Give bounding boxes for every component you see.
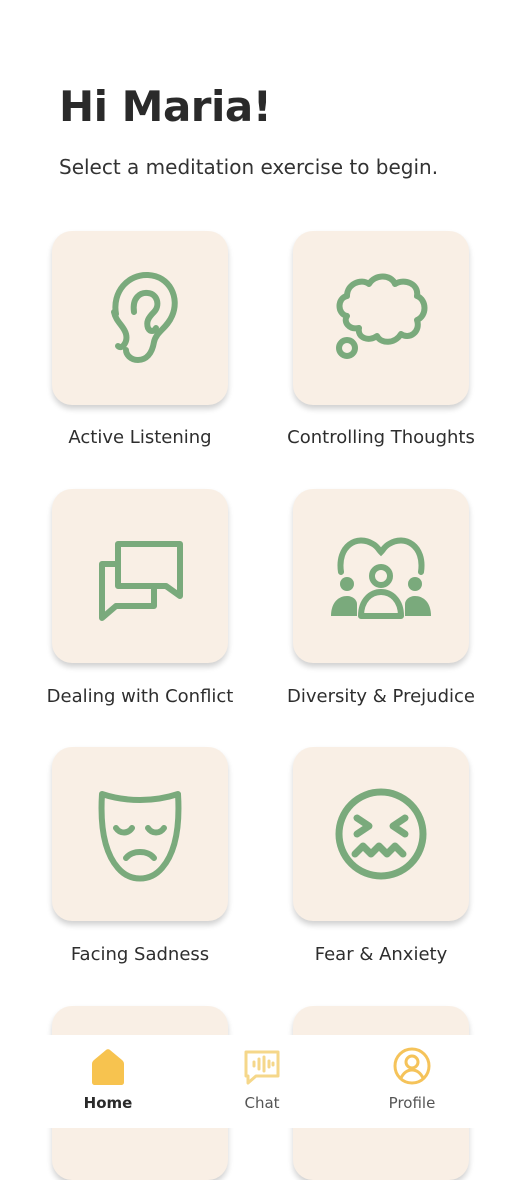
- nav-home-label: Home: [83, 1094, 133, 1112]
- exercise-card-diversity-prejudice[interactable]: [293, 489, 469, 663]
- exercise-card-fear-anxiety[interactable]: [293, 747, 469, 921]
- thought-bubble-icon: [336, 273, 428, 359]
- exercise-card-active-listening[interactable]: [52, 231, 228, 405]
- exercise-label: Dealing with Conflict: [46, 686, 234, 707]
- profile-icon: [393, 1047, 431, 1085]
- home-icon: [92, 1049, 124, 1085]
- exercise-label: Diversity & Prejudice: [287, 686, 475, 707]
- nav-profile[interactable]: Profile: [352, 1035, 472, 1128]
- nav-home[interactable]: Home: [48, 1035, 168, 1128]
- anxious-face-icon: [335, 788, 427, 880]
- exercise-grid: Active Listening Controlling Thoughts De…: [0, 0, 521, 1180]
- exercise-label: Fear & Anxiety: [314, 944, 448, 965]
- group-people-icon: [331, 537, 431, 619]
- sad-mask-icon: [98, 791, 182, 882]
- exercise-label: Controlling Thoughts: [287, 427, 475, 448]
- nav-chat[interactable]: Chat: [202, 1035, 322, 1128]
- exercise-label: Active Listening: [68, 427, 212, 448]
- chat-bubbles-icon: [99, 541, 183, 621]
- ear-icon: [111, 272, 178, 363]
- nav-profile-label: Profile: [388, 1094, 436, 1112]
- exercise-card-facing-sadness[interactable]: [52, 747, 228, 921]
- exercise-label: Facing Sadness: [70, 944, 210, 965]
- exercise-card-controlling-thoughts[interactable]: [293, 231, 469, 405]
- nav-chat-label: Chat: [244, 1094, 280, 1112]
- chat-audio-icon: [244, 1050, 280, 1085]
- bottom-navigation: Home Chat Profile: [0, 1035, 521, 1128]
- exercise-card-dealing-with-conflict[interactable]: [52, 489, 228, 663]
